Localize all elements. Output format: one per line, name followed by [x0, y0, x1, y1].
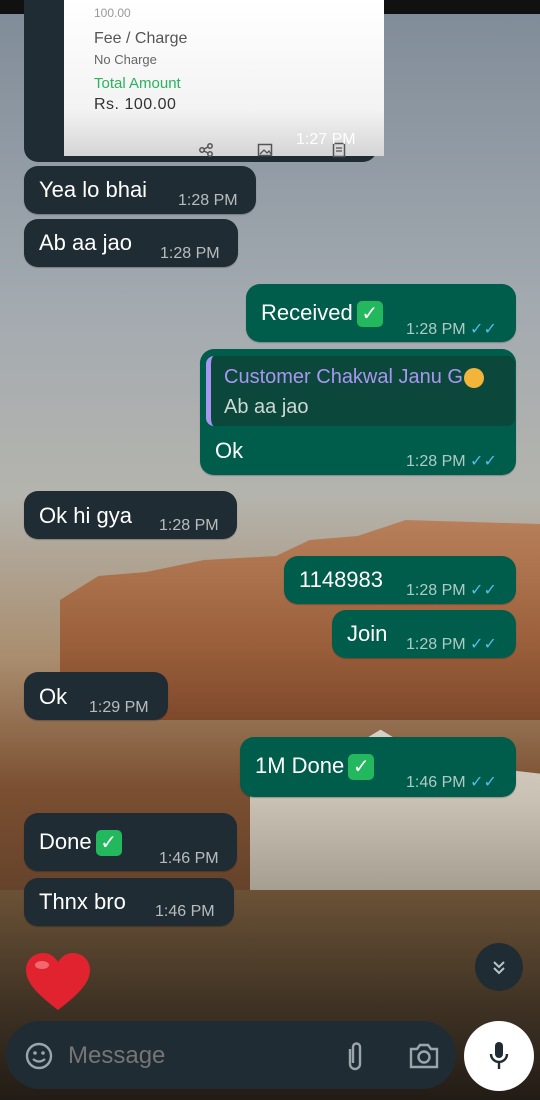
- message-text: Done ✓: [39, 829, 122, 857]
- message-composer[interactable]: [6, 1021, 456, 1089]
- check-emoji-icon: ✓: [348, 754, 375, 781]
- message-text: Ab aa jao: [39, 230, 132, 255]
- mic-icon: [489, 1042, 509, 1069]
- message-time: 1:28 PM ✓✓: [406, 321, 497, 338]
- outgoing-message[interactable]: Join 1:28 PM ✓✓: [332, 610, 516, 658]
- image-icon[interactable]: [257, 142, 273, 158]
- message-text: Thnx bro: [39, 889, 126, 914]
- double-check-icon: ✓✓: [470, 774, 497, 791]
- message-text: Join: [347, 621, 388, 646]
- incoming-message[interactable]: Ok hi gya 1:28 PM: [24, 491, 237, 539]
- quote-author: Customer Chakwal Janu G: [224, 366, 484, 389]
- double-check-icon: ✓✓: [470, 453, 497, 470]
- outgoing-message[interactable]: Received ✓ 1:28 PM ✓✓: [246, 284, 516, 342]
- double-check-icon: ✓✓: [470, 321, 497, 338]
- message-time: 1:27 PM: [296, 131, 356, 148]
- quoted-message[interactable]: Customer Chakwal Janu G Ab aa jao: [206, 356, 515, 426]
- check-emoji-icon: ✓: [95, 830, 122, 857]
- scroll-down-button[interactable]: [475, 943, 523, 991]
- message-time: 1:28 PM: [178, 192, 238, 209]
- attach-icon[interactable]: [344, 1039, 366, 1073]
- message-text: Received ✓: [261, 300, 383, 328]
- incoming-message[interactable]: Ok 1:29 PM: [24, 672, 168, 720]
- message-time: 1:28 PM: [160, 245, 220, 262]
- message-time: 1:28 PM ✓✓: [406, 636, 497, 653]
- message-time: 1:28 PM ✓✓: [406, 453, 497, 470]
- receipt-faint-text: 100.00: [94, 6, 131, 20]
- message-text: 1148983: [299, 567, 384, 592]
- total-value: Rs. 100.00: [94, 96, 177, 113]
- double-check-icon: ✓✓: [470, 582, 497, 599]
- image-message[interactable]: 100.00 Fee / Charge No Charge Total Amou…: [24, 0, 384, 162]
- message-time: 1:46 PM: [155, 903, 215, 920]
- message-input[interactable]: [66, 1037, 320, 1075]
- message-text: Yea lo bhai: [39, 177, 148, 202]
- outgoing-message[interactable]: 1M Done ✓ 1:46 PM ✓✓: [240, 737, 516, 797]
- fee-value: No Charge: [94, 52, 157, 67]
- scroll-down-icon: [493, 961, 505, 975]
- message-time: 1:28 PM: [159, 517, 219, 534]
- voice-record-button[interactable]: [464, 1021, 534, 1091]
- fee-label: Fee / Charge: [94, 30, 188, 47]
- emoji-icon[interactable]: [24, 1041, 54, 1071]
- double-check-icon: ✓✓: [470, 636, 497, 653]
- heart-icon[interactable]: [22, 950, 94, 1014]
- message-text: 1M Done ✓: [255, 753, 375, 781]
- message-time: 1:46 PM ✓✓: [406, 774, 497, 791]
- check-emoji-icon: ✓: [356, 301, 383, 328]
- total-label: Total Amount: [94, 75, 181, 92]
- camera-icon[interactable]: [408, 1042, 440, 1070]
- share-icon[interactable]: [198, 142, 214, 158]
- smiling-face-emoji-icon: [463, 367, 484, 388]
- message-time: 1:28 PM ✓✓: [406, 582, 497, 599]
- incoming-message[interactable]: Yea lo bhai 1:28 PM: [24, 166, 256, 214]
- message-time: 1:46 PM: [159, 850, 219, 867]
- incoming-message[interactable]: Ab aa jao 1:28 PM: [24, 219, 238, 267]
- quote-text: Ab aa jao: [224, 396, 309, 418]
- message-text: Ok hi gya: [39, 503, 132, 528]
- message-text: Ok: [39, 684, 68, 709]
- incoming-message[interactable]: Done ✓ 1:46 PM: [24, 813, 237, 871]
- message-time: 1:29 PM: [89, 699, 149, 716]
- outgoing-message[interactable]: 1148983 1:28 PM ✓✓: [284, 556, 516, 604]
- incoming-message[interactable]: Thnx bro 1:46 PM: [24, 878, 234, 926]
- message-text: Ok: [215, 438, 244, 463]
